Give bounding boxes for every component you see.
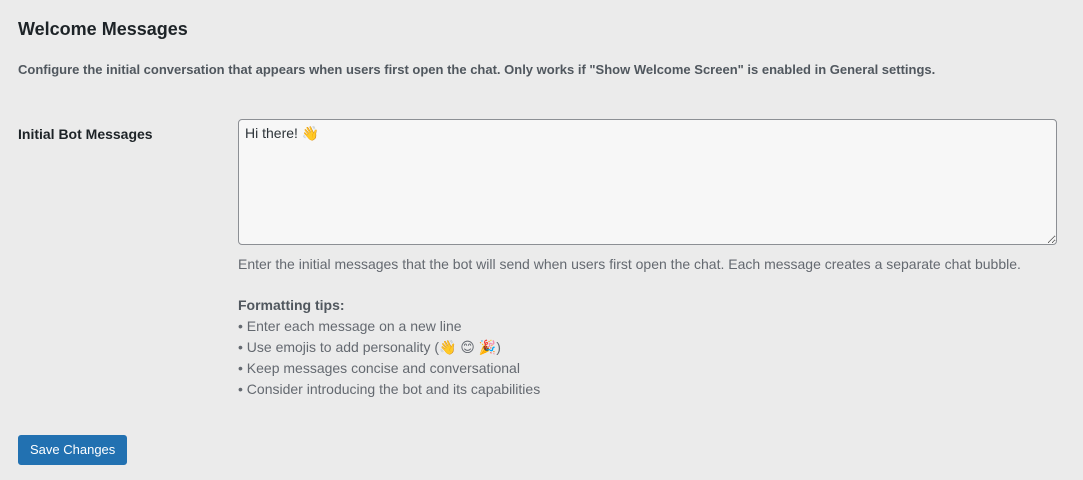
tip-item: • Enter each message on a new line [238,318,462,334]
page-description: Configure the initial conversation that … [18,62,936,77]
tip-item: • Use emojis to add personality (👋 😊 🎉) [238,339,501,355]
save-changes-button[interactable]: Save Changes [18,435,128,465]
page-title: Welcome Messages [18,19,188,39]
initial-bot-messages-textarea[interactable] [238,119,1057,245]
field-help-text: Enter the initial messages that the bot … [238,256,1021,272]
initial-bot-messages-label: Initial Bot Messages [18,126,153,142]
formatting-tips-heading: Formatting tips: [238,297,345,313]
tip-item: • Keep messages concise and conversation… [238,360,520,376]
tip-item: • Consider introducing the bot and its c… [238,381,541,397]
settings-page: Welcome Messages Configure the initial c… [0,0,1083,480]
formatting-tips: Formatting tips: • Enter each message on… [238,295,540,400]
